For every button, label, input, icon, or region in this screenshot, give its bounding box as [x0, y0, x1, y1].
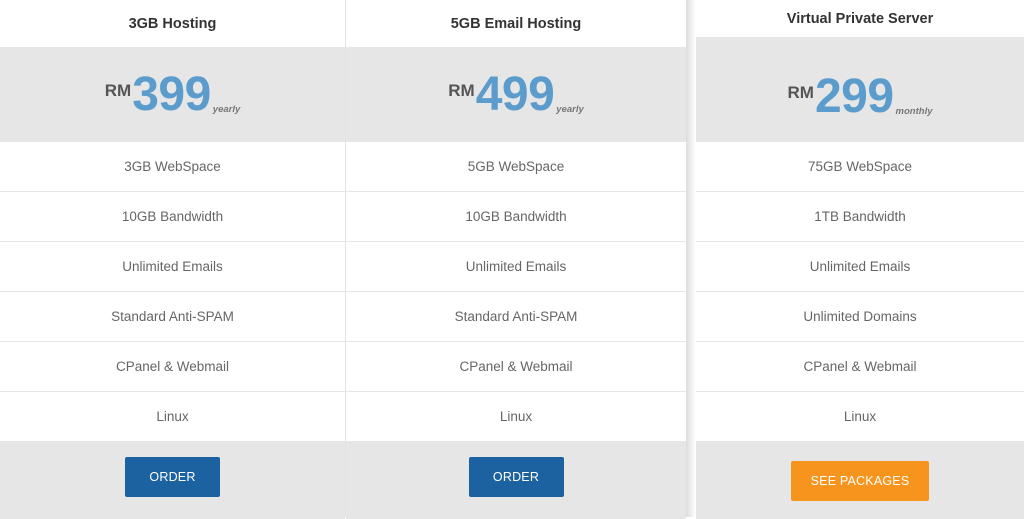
price-period: monthly: [895, 106, 933, 117]
price-period: yearly: [556, 104, 584, 115]
order-button[interactable]: ORDER: [468, 457, 564, 497]
feature-item: 75GB WebSpace: [696, 142, 1024, 192]
feature-item: Standard Anti-SPAM: [0, 292, 345, 342]
feature-item: Unlimited Domains: [696, 292, 1024, 342]
feature-item: CPanel & Webmail: [346, 342, 686, 392]
see-packages-button[interactable]: SEE PACKAGES: [791, 461, 929, 501]
plan-card-3gb-hosting: 3GB Hosting RM 399 yearly 3GB WebSpace 1…: [0, 0, 346, 519]
card-footer: SEE PACKAGES: [696, 441, 1024, 519]
feature-item: CPanel & Webmail: [696, 342, 1024, 392]
feature-item: CPanel & Webmail: [0, 342, 345, 392]
feature-list: 5GB WebSpace 10GB Bandwidth Unlimited Em…: [346, 142, 686, 441]
feature-item: Unlimited Emails: [0, 242, 345, 292]
price-amount: 299: [814, 70, 894, 123]
price-band: RM 499 yearly: [346, 47, 686, 142]
plan-card-5gb-email-hosting: 5GB Email Hosting RM 499 yearly 5GB WebS…: [346, 0, 686, 519]
feature-item: 10GB Bandwidth: [0, 192, 345, 242]
feature-list: 3GB WebSpace 10GB Bandwidth Unlimited Em…: [0, 142, 345, 441]
feature-item: 10GB Bandwidth: [346, 192, 686, 242]
feature-item: Standard Anti-SPAM: [346, 292, 686, 342]
feature-item: Linux: [843, 409, 877, 424]
plan-card-virtual-private-server: Virtual Private Server RM 299 monthly 75…: [696, 0, 1024, 519]
feature-list: 75GB WebSpace 1TB Bandwidth Unlimited Em…: [696, 142, 1024, 441]
feature-item: Unlimited Emails: [346, 242, 686, 292]
column-divider-shadow: [686, 0, 696, 517]
price-band: RM 299 monthly: [696, 37, 1024, 142]
feature-item: 1TB Bandwidth: [696, 192, 1024, 242]
price-currency: RM: [787, 83, 814, 102]
order-button[interactable]: ORDER: [125, 457, 220, 497]
feature-item: Linux: [499, 409, 533, 424]
feature-item: Unlimited Emails: [696, 242, 1024, 292]
card-footer: ORDER: [0, 441, 345, 519]
plan-title: 3GB Hosting: [0, 0, 345, 47]
price-currency: RM: [104, 81, 132, 100]
price-period: yearly: [212, 104, 241, 115]
price-amount: 399: [132, 68, 211, 121]
price-amount: 499: [475, 68, 555, 121]
plan-title: 5GB Email Hosting: [346, 0, 686, 47]
price-currency: RM: [448, 81, 475, 100]
plan-title: Virtual Private Server: [696, 0, 1024, 37]
feature-item: 3GB WebSpace: [0, 142, 345, 192]
feature-item: Linux: [156, 409, 189, 424]
price-band: RM 399 yearly: [0, 47, 345, 142]
card-footer: ORDER: [346, 441, 686, 519]
feature-item: 5GB WebSpace: [346, 142, 686, 192]
